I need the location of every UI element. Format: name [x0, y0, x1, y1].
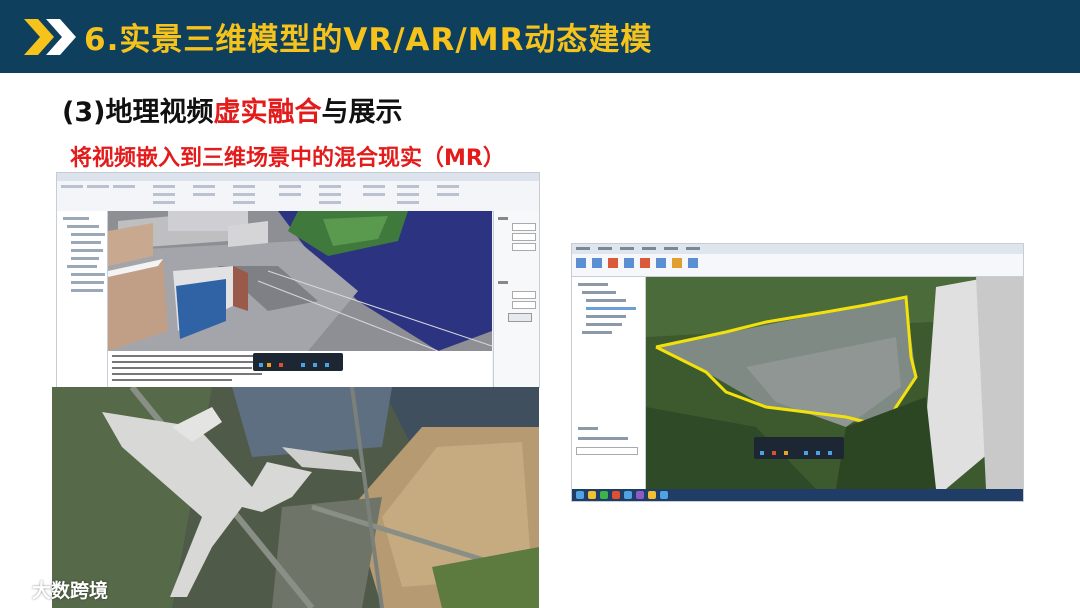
watermark-text: 大数跨境 [32, 580, 109, 602]
window-titlebar [57, 173, 539, 181]
video-player-controls[interactable] [754, 437, 844, 459]
title-bar: 6.实景三维模型的VR/AR/MR动态建模 [0, 0, 1080, 73]
page-title: 6.实景三维模型的VR/AR/MR动态建模 [84, 22, 653, 58]
section-heading-highlight: 虚实融合 [213, 97, 322, 128]
double-chevron-right-icon [24, 19, 76, 55]
software-screenshot-3d-model [56, 172, 540, 388]
section-heading-prefix: (3)地理视频 [62, 97, 214, 128]
logo-icon [4, 582, 28, 601]
3d-viewport[interactable] [646, 277, 1023, 489]
city-model-render [108, 211, 492, 351]
video-player-controls[interactable] [253, 353, 343, 371]
watermark: 大数跨境 [4, 576, 108, 603]
section-heading-suffix: 与展示 [321, 97, 403, 128]
3d-viewport[interactable] [108, 211, 492, 351]
menu-bar [572, 244, 1023, 254]
caption: 将视频嵌入到三维场景中的混合现实（MR） [70, 146, 505, 171]
toolbar [572, 254, 1023, 277]
aerial-mixed-reality-image [52, 387, 539, 608]
layer-tree [572, 277, 646, 489]
ribbon-toolbar [57, 181, 539, 212]
section-heading: (3)地理视频虚实融合与展示 [62, 90, 402, 129]
layer-tree [57, 211, 108, 387]
property-panel [493, 211, 539, 387]
taskbar [572, 489, 1023, 501]
software-screenshot-video-fusion [571, 243, 1024, 502]
